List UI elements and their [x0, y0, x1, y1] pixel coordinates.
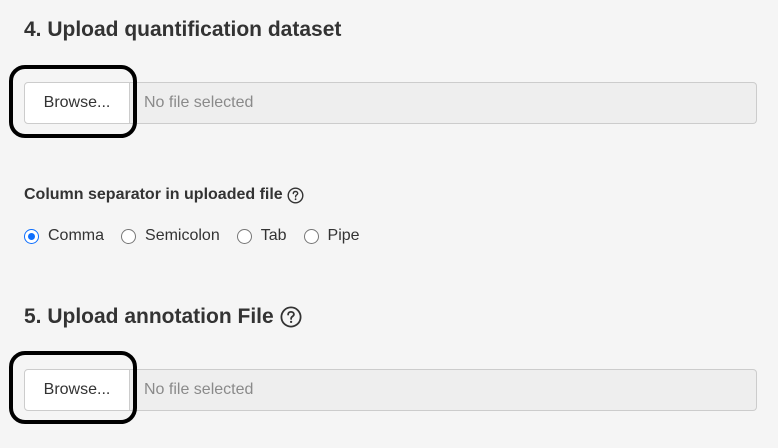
radio-label-comma: Comma [48, 227, 105, 244]
radio-button-semicolon[interactable] [121, 228, 137, 244]
radio-button-tab[interactable] [236, 228, 252, 244]
radio-option-comma[interactable]: Comma [24, 227, 104, 245]
section5-title: 5. Upload annotation File [24, 305, 302, 329]
section4-title-text: 4. Upload quantification dataset [24, 18, 342, 41]
radio-option-tab[interactable]: Tab [236, 227, 287, 245]
quantification-file-input[interactable]: Browse... No file selected [24, 82, 757, 124]
radio-label-pipe: Pipe [327, 227, 360, 244]
question-circle-icon[interactable] [287, 186, 304, 204]
annotation-file-field[interactable]: No file selected [130, 369, 757, 411]
separator-radio-group: Comma Semicolon Tab Pipe [24, 227, 377, 245]
separator-label: Column separator in uploaded file [24, 186, 304, 204]
annotation-browse-button[interactable]: Browse... [24, 369, 130, 411]
radio-option-pipe[interactable]: Pipe [303, 227, 360, 245]
section5-title-text: 5. Upload annotation File [24, 305, 274, 328]
separator-label-text: Column separator in uploaded file [24, 186, 283, 203]
radio-label-semicolon: Semicolon [145, 227, 220, 244]
quantification-file-field[interactable]: No file selected [130, 82, 757, 124]
annotation-file-input[interactable]: Browse... No file selected [24, 369, 757, 411]
question-circle-icon[interactable] [280, 306, 302, 328]
section4-title: 4. Upload quantification dataset [24, 18, 341, 42]
radio-button-pipe[interactable] [303, 228, 319, 244]
radio-label-tab: Tab [260, 227, 287, 244]
radio-option-semicolon[interactable]: Semicolon [121, 227, 220, 245]
radio-button-comma[interactable] [24, 228, 39, 244]
quantification-browse-button[interactable]: Browse... [24, 82, 130, 124]
